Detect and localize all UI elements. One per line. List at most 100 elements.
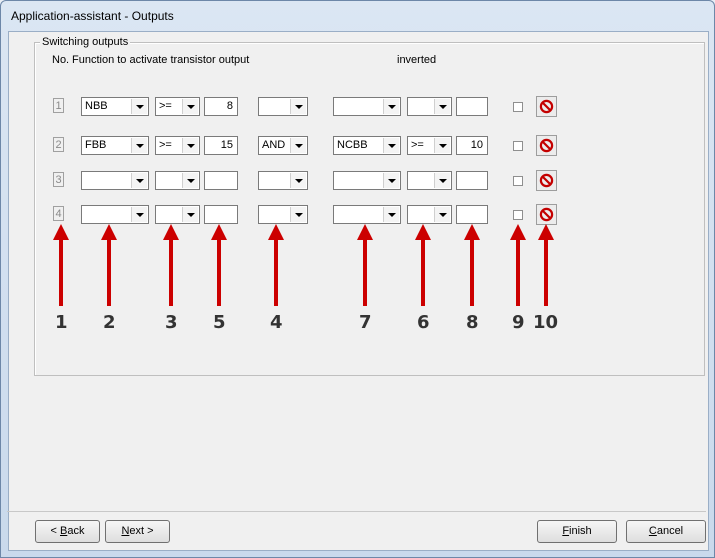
row2-inverted-checkbox[interactable] — [513, 141, 523, 151]
row1-inverted-checkbox[interactable] — [513, 102, 523, 112]
annotation-label-4: 4 — [270, 312, 283, 333]
chevron-down-icon[interactable] — [131, 138, 147, 153]
back-button[interactable]: < Back — [35, 520, 100, 543]
row2-value-input[interactable]: 15 — [204, 136, 238, 155]
chevron-down-icon[interactable] — [290, 99, 306, 114]
chevron-down-icon[interactable] — [383, 138, 399, 153]
chevron-down-icon[interactable] — [383, 173, 399, 188]
row3-value-input[interactable] — [204, 171, 238, 190]
row2-function-select[interactable]: FBB — [81, 136, 149, 155]
annotation-label-7: 7 — [359, 312, 372, 333]
annotation-label-6: 6 — [417, 312, 430, 333]
chevron-down-icon[interactable] — [434, 207, 450, 222]
row3-logic-select[interactable] — [258, 171, 308, 190]
annotation-label-8: 8 — [466, 312, 479, 333]
row1-value2-input[interactable] — [456, 97, 488, 116]
row4-value2-input[interactable] — [456, 205, 488, 224]
header-inverted: inverted — [397, 54, 437, 66]
finish-button[interactable]: Finish — [537, 520, 617, 543]
chevron-down-icon[interactable] — [182, 138, 198, 153]
title-bar: Application-assistant - Outputs — [1, 1, 714, 31]
row4-delete-button[interactable] — [536, 204, 557, 225]
annotation-arrow-2 — [101, 224, 117, 306]
back-label-post: ack — [67, 525, 85, 537]
chevron-down-icon[interactable] — [131, 99, 147, 114]
group-legend: Switching outputs — [40, 36, 131, 48]
annotation-label-9: 9 — [512, 312, 525, 333]
cancel-button[interactable]: Cancel — [626, 520, 706, 543]
row-number-4: 4 — [53, 206, 64, 221]
row1-operator2-select[interactable] — [407, 97, 452, 116]
annotation-arrow-5 — [211, 224, 227, 306]
row2-logic-value: AND — [262, 139, 286, 151]
chevron-down-icon[interactable] — [290, 173, 306, 188]
row2-delete-button[interactable] — [536, 135, 557, 156]
row4-operator-select[interactable] — [155, 205, 200, 224]
annotation-label-5: 5 — [213, 312, 226, 333]
chevron-down-icon[interactable] — [434, 173, 450, 188]
row2-operator-select[interactable]: >= — [155, 136, 200, 155]
annotation-label-10: 10 — [533, 312, 559, 333]
header-no: No. — [52, 54, 70, 66]
chevron-down-icon[interactable] — [290, 138, 306, 153]
row2-function2-value: NCBB — [337, 139, 368, 151]
row1-function-select[interactable]: NBB — [81, 97, 149, 116]
chevron-down-icon[interactable] — [131, 207, 147, 222]
annotation-arrow-8 — [464, 224, 480, 306]
annotation-label-3: 3 — [165, 312, 178, 333]
prohibit-icon — [539, 207, 554, 222]
row-number-2: 2 — [53, 137, 64, 152]
row1-value-input[interactable]: 8 — [204, 97, 238, 116]
chevron-down-icon[interactable] — [383, 207, 399, 222]
prohibit-icon — [539, 99, 554, 114]
row3-value2-input[interactable] — [456, 171, 488, 190]
finish-label-post: inish — [569, 525, 592, 537]
chevron-down-icon[interactable] — [383, 99, 399, 114]
chevron-down-icon[interactable] — [182, 99, 198, 114]
cancel-label-accel: C — [648, 525, 657, 537]
row1-operator-value: >= — [159, 100, 172, 112]
row4-value-input[interactable] — [204, 205, 238, 224]
row3-function-select[interactable] — [81, 171, 149, 190]
annotation-arrow-6 — [415, 224, 431, 306]
row3-operator2-select[interactable] — [407, 171, 452, 190]
cancel-label-post: ancel — [656, 525, 684, 537]
annotation-arrow-3 — [163, 224, 179, 306]
annotation-label-1: 1 — [55, 312, 68, 333]
row2-function2-select[interactable]: NCBB — [333, 136, 401, 155]
next-button[interactable]: Next > — [105, 520, 170, 543]
annotation-arrow-10 — [538, 224, 554, 306]
row2-function-value: FBB — [85, 139, 107, 151]
row1-function2-select[interactable] — [333, 97, 401, 116]
prohibit-icon — [539, 173, 554, 188]
row4-inverted-checkbox[interactable] — [513, 210, 523, 220]
row4-function-select[interactable] — [81, 205, 149, 224]
button-bar-separator — [7, 511, 706, 512]
row3-operator-select[interactable] — [155, 171, 200, 190]
chevron-down-icon[interactable] — [182, 207, 198, 222]
row2-logic-select[interactable]: AND — [258, 136, 308, 155]
row3-delete-button[interactable] — [536, 170, 557, 191]
row2-operator2-value: >= — [411, 139, 424, 151]
annotation-arrow-4 — [268, 224, 284, 306]
chevron-down-icon[interactable] — [434, 138, 450, 153]
row4-operator2-select[interactable] — [407, 205, 452, 224]
back-label-pre: < — [50, 525, 60, 537]
row-number-3: 3 — [53, 172, 64, 187]
annotation-arrow-9 — [510, 224, 526, 306]
row-number-1: 1 — [53, 98, 64, 113]
row4-function2-select[interactable] — [333, 205, 401, 224]
row2-value2-input[interactable]: 10 — [456, 136, 488, 155]
row3-function2-select[interactable] — [333, 171, 401, 190]
row2-operator2-select[interactable]: >= — [407, 136, 452, 155]
chevron-down-icon[interactable] — [131, 173, 147, 188]
chevron-down-icon[interactable] — [182, 173, 198, 188]
row4-logic-select[interactable] — [258, 205, 308, 224]
next-label-post: ext > — [129, 525, 154, 537]
chevron-down-icon[interactable] — [434, 99, 450, 114]
chevron-down-icon[interactable] — [290, 207, 306, 222]
row1-operator-select[interactable]: >= — [155, 97, 200, 116]
row3-inverted-checkbox[interactable] — [513, 176, 523, 186]
row1-logic-select[interactable] — [258, 97, 308, 116]
row1-delete-button[interactable] — [536, 96, 557, 117]
